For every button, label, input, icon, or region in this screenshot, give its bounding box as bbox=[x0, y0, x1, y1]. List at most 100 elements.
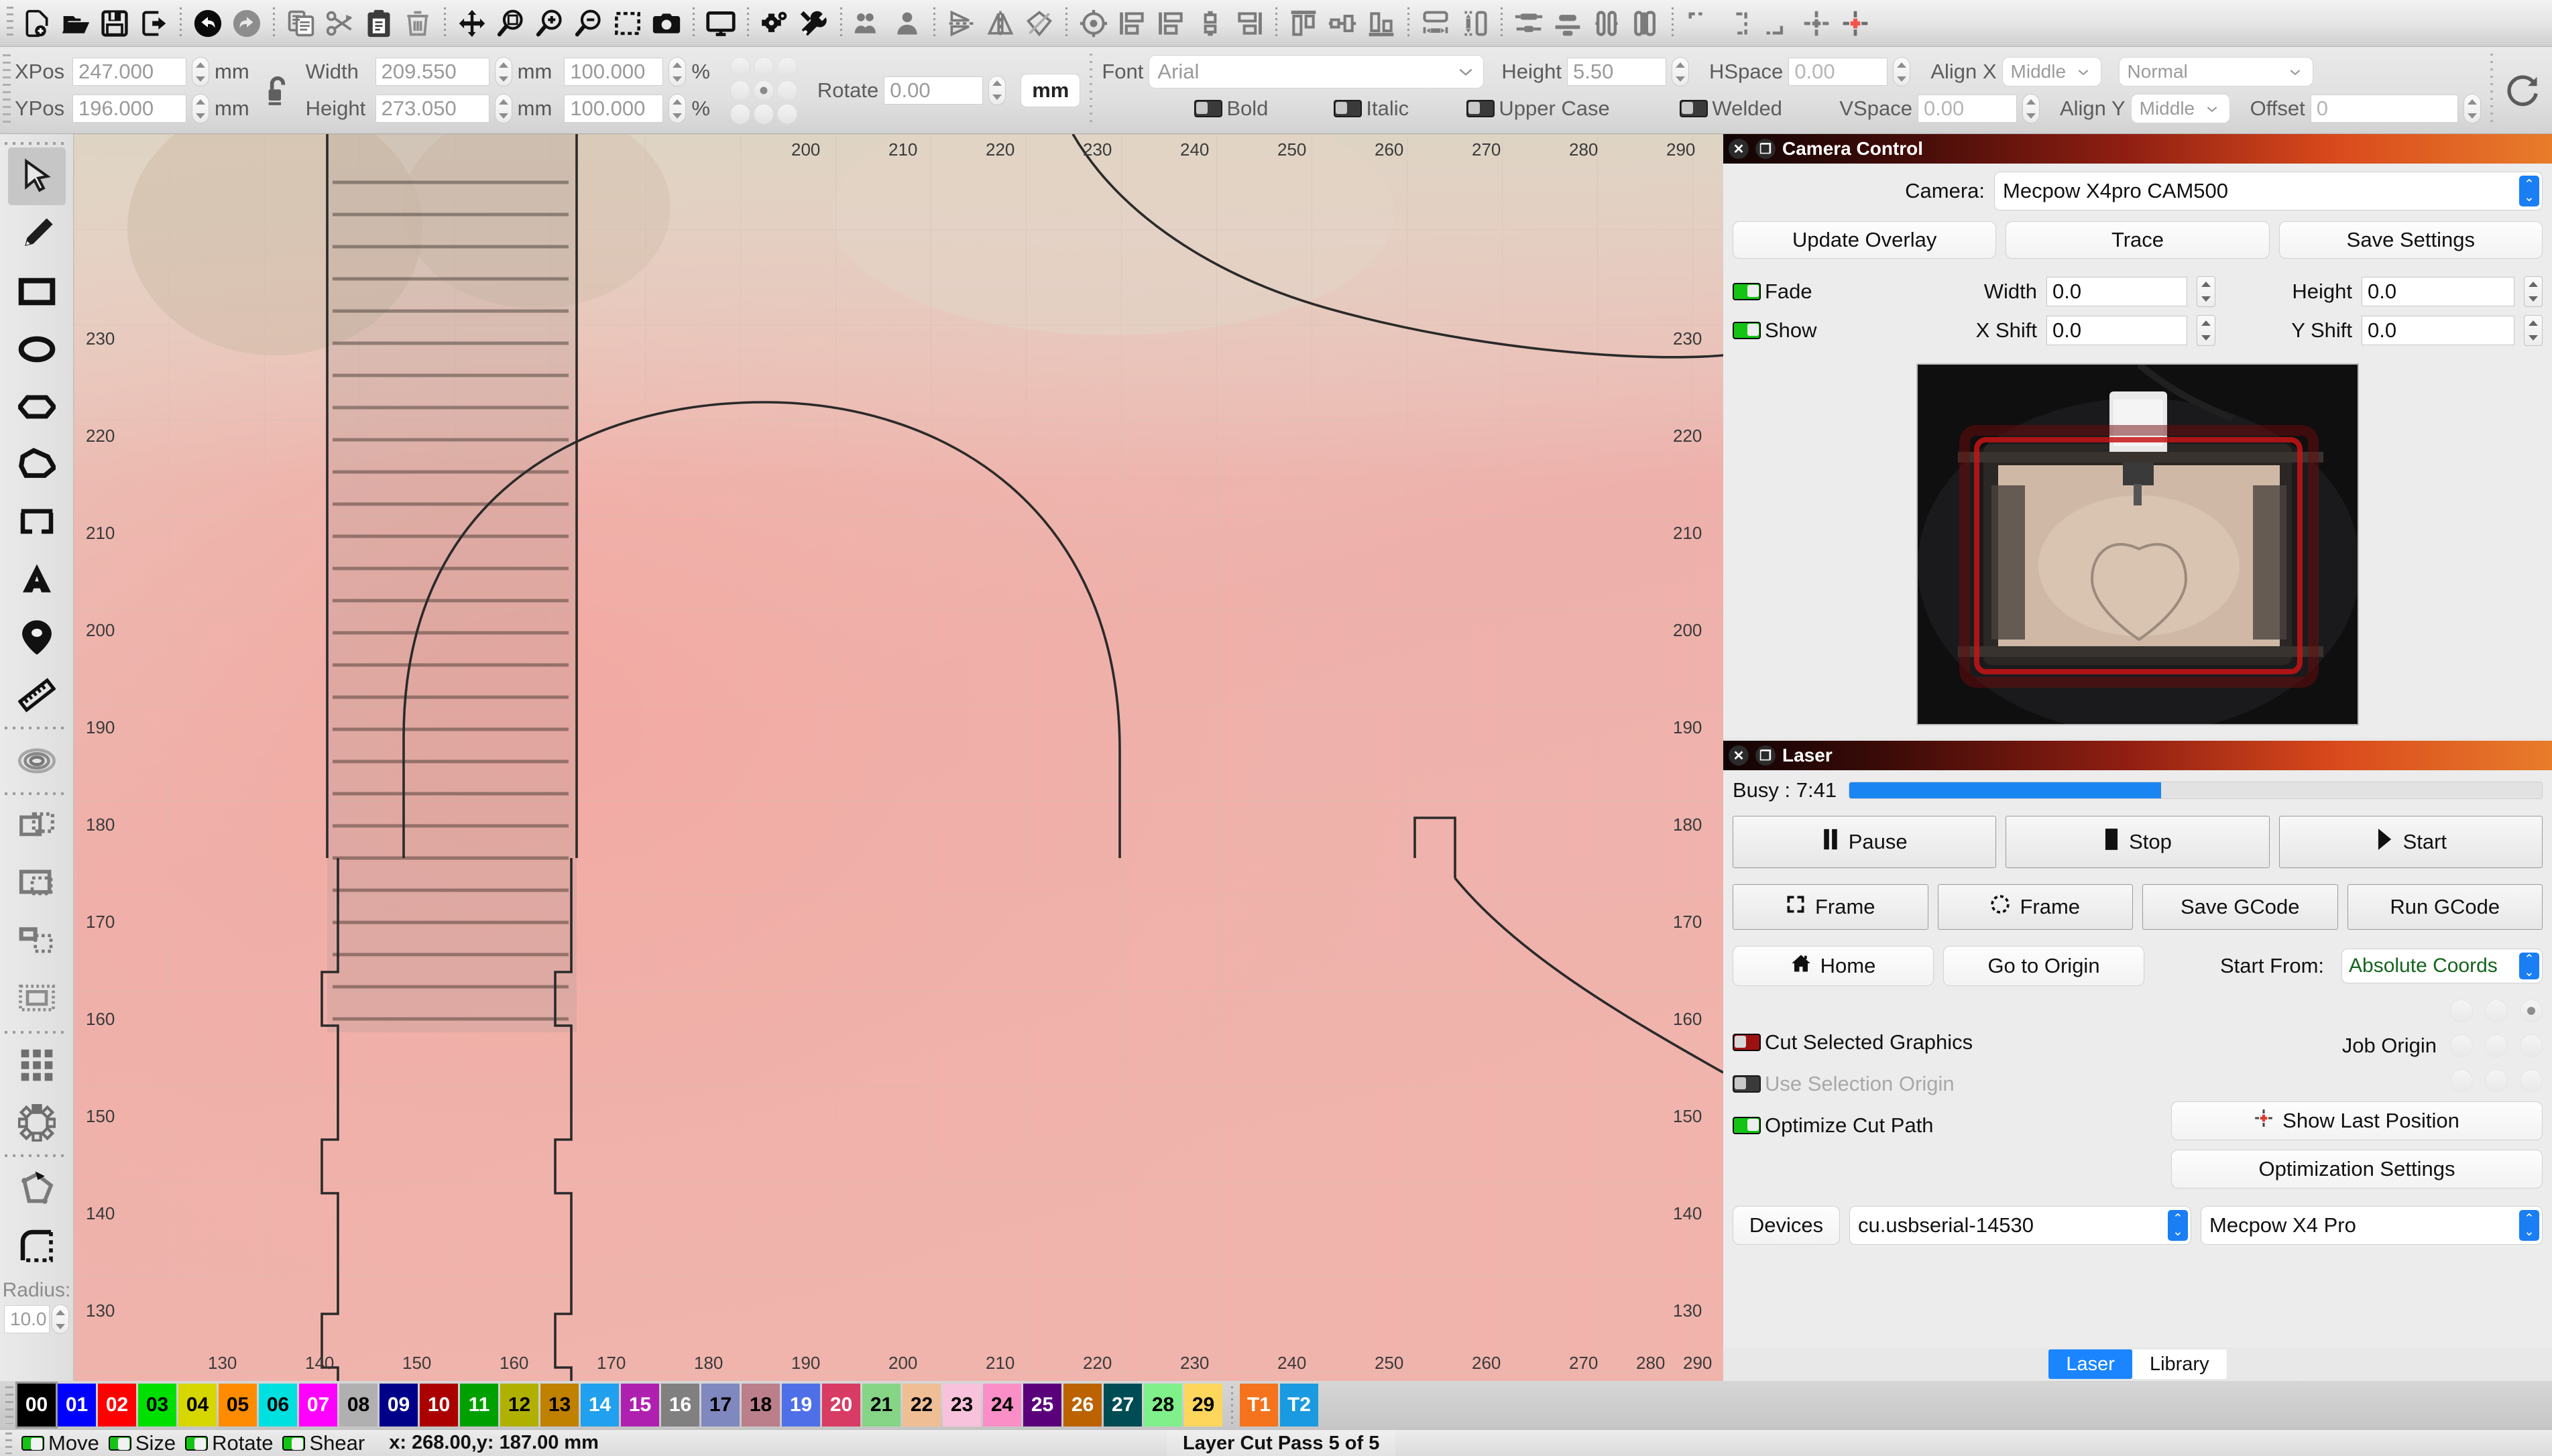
alignx-select[interactable]: Middle bbox=[2002, 57, 2101, 86]
radius-input[interactable]: 10.0 bbox=[4, 1305, 50, 1333]
units-button[interactable]: mm bbox=[1021, 73, 1081, 107]
save-icon[interactable] bbox=[95, 4, 134, 43]
make-same-height-icon[interactable] bbox=[1455, 4, 1494, 43]
ungroup-icon[interactable] bbox=[888, 4, 927, 43]
optimization-settings-button[interactable]: Optimization Settings bbox=[2171, 1150, 2543, 1189]
toggle-switch[interactable] bbox=[21, 1435, 44, 1451]
polygon-tool[interactable] bbox=[8, 378, 66, 436]
select-arrow-tool[interactable] bbox=[7, 147, 66, 205]
height-scale-stepper[interactable] bbox=[669, 94, 687, 123]
chevron-down-icon[interactable] bbox=[2280, 58, 2310, 86]
palette-swatch-19[interactable]: 19 bbox=[782, 1384, 820, 1427]
anchor-top-center[interactable] bbox=[753, 56, 774, 77]
node-edit-tool[interactable] bbox=[8, 1160, 66, 1217]
close-icon[interactable]: ✕ bbox=[1729, 745, 1749, 766]
chevron-down-icon[interactable] bbox=[1451, 58, 1481, 86]
anchor-top-right[interactable] bbox=[776, 56, 797, 77]
width-input[interactable]: 209.550 bbox=[375, 58, 489, 86]
anchor-bottom-left[interactable] bbox=[730, 103, 750, 124]
palette-swatch-04[interactable]: 04 bbox=[178, 1384, 217, 1427]
toggle-switch[interactable] bbox=[1466, 100, 1495, 117]
float-window-icon[interactable]: ❐ bbox=[1755, 745, 1776, 766]
bracket-tool[interactable] bbox=[8, 493, 66, 551]
offset-stepper[interactable] bbox=[2463, 94, 2481, 123]
palette-swatch-29[interactable]: 29 bbox=[1184, 1384, 1222, 1427]
ellipse-tool[interactable] bbox=[8, 320, 66, 378]
show-last-position-button[interactable]: Show Last Position bbox=[2171, 1101, 2543, 1140]
device-port-stepper[interactable]: ⌃ ⌄ bbox=[2168, 1210, 2188, 1241]
rotate-shape-icon[interactable] bbox=[1020, 4, 1059, 43]
corner-tl-icon[interactable] bbox=[1680, 4, 1719, 43]
corner-bl-icon[interactable] bbox=[1758, 4, 1797, 43]
uppercase-toggle[interactable]: Upper Case bbox=[1466, 97, 1674, 121]
move-toggle[interactable]: Move bbox=[21, 1431, 99, 1455]
xpos-input[interactable]: 247.000 bbox=[72, 58, 186, 86]
zoom-out-icon[interactable] bbox=[569, 4, 608, 43]
offset-shapes-tool[interactable] bbox=[8, 732, 66, 790]
yshift-stepper[interactable] bbox=[2524, 315, 2543, 346]
design-canvas[interactable]: 200 210 220 230 240 250 260 270 280 290 … bbox=[74, 134, 1723, 1381]
frame-round-button[interactable]: Frame bbox=[1937, 884, 2133, 930]
fade-toggle[interactable]: Fade bbox=[1733, 280, 1961, 304]
pin-tool[interactable] bbox=[8, 609, 66, 666]
job-origin-top-right[interactable] bbox=[2520, 999, 2543, 1022]
home-button[interactable]: Home bbox=[1733, 946, 1934, 986]
properties-bar-grip[interactable] bbox=[3, 54, 11, 127]
font-select[interactable]: Arial bbox=[1149, 55, 1485, 88]
aligny-select[interactable]: Middle bbox=[2130, 94, 2230, 123]
height-stepper[interactable] bbox=[494, 94, 512, 123]
import-icon[interactable] bbox=[134, 4, 173, 43]
pan-move-icon[interactable] bbox=[453, 4, 491, 43]
chevron-down-icon[interactable] bbox=[2068, 58, 2098, 86]
align-top-center-icon[interactable] bbox=[1191, 4, 1230, 43]
palette-swatch-20[interactable]: 20 bbox=[822, 1384, 860, 1427]
hspace-input[interactable]: 0.00 bbox=[1788, 58, 1888, 86]
font-style-select[interactable]: Normal bbox=[2118, 57, 2313, 86]
vspace-input[interactable]: 0.00 bbox=[1917, 95, 2017, 123]
palette-swatch-25[interactable]: 25 bbox=[1023, 1384, 1061, 1427]
xshift-stepper[interactable] bbox=[2197, 315, 2215, 346]
toggle-switch[interactable] bbox=[108, 1435, 131, 1451]
boolean-union-tool[interactable] bbox=[8, 798, 66, 855]
toggle-switch[interactable] bbox=[1733, 1075, 1761, 1093]
palette-swatch-07[interactable]: 07 bbox=[299, 1384, 337, 1427]
height-input[interactable]: 273.050 bbox=[375, 95, 489, 123]
space-v-icon[interactable] bbox=[1626, 4, 1665, 43]
ruler-measure-tool[interactable] bbox=[8, 666, 66, 724]
palette-swatch-23[interactable]: 23 bbox=[943, 1384, 981, 1427]
palette-swatch-27[interactable]: 27 bbox=[1104, 1384, 1142, 1427]
cut-selected-graphics-toggle[interactable]: Cut Selected Graphics bbox=[1733, 1030, 2162, 1054]
align-center-h-icon[interactable] bbox=[1152, 4, 1191, 43]
palette-swatch-11[interactable]: 11 bbox=[460, 1384, 498, 1427]
start-from-select[interactable]: Absolute Coords ⌃ ⌄ bbox=[2341, 949, 2543, 983]
toggle-switch[interactable] bbox=[185, 1435, 209, 1451]
lock-aspect-ratio-icon[interactable] bbox=[264, 73, 291, 108]
corner-br-icon[interactable] bbox=[1719, 4, 1758, 43]
palette-swatch-00[interactable]: 00 bbox=[15, 1382, 58, 1429]
start-from-stepper[interactable]: ⌃ ⌄ bbox=[2519, 953, 2539, 979]
camera-height-input[interactable]: 0.0 bbox=[2362, 277, 2514, 306]
palette-swatch-T2[interactable]: T2 bbox=[1280, 1384, 1318, 1427]
welded-toggle[interactable]: Welded bbox=[1680, 97, 1834, 121]
job-origin-top-left[interactable] bbox=[2450, 999, 2473, 1022]
palette-swatch-18[interactable]: 18 bbox=[742, 1384, 780, 1427]
toggle-switch[interactable] bbox=[1733, 1034, 1761, 1051]
fillet-radius-tool[interactable] bbox=[8, 1217, 66, 1275]
palette-swatch-13[interactable]: 13 bbox=[540, 1384, 579, 1427]
show-toggle[interactable]: Show bbox=[1733, 318, 1961, 343]
palette-swatch-02[interactable]: 02 bbox=[98, 1384, 136, 1427]
camera-height-stepper[interactable] bbox=[2524, 276, 2543, 307]
group-icon[interactable] bbox=[849, 4, 888, 43]
device-name-stepper[interactable]: ⌃ ⌄ bbox=[2519, 1210, 2539, 1241]
frame-square-button[interactable]: Frame bbox=[1733, 884, 1928, 930]
ypos-input[interactable]: 196.000 bbox=[72, 95, 186, 123]
trace-button[interactable]: Trace bbox=[2006, 221, 2270, 259]
yshift-input[interactable]: 0.0 bbox=[2362, 316, 2514, 345]
update-overlay-button[interactable]: Update Overlay bbox=[1733, 221, 1997, 259]
tab-library[interactable]: Library bbox=[2132, 1349, 2227, 1379]
zoom-to-selection-icon[interactable] bbox=[608, 4, 647, 43]
run-gcode-button[interactable]: Run GCode bbox=[2347, 884, 2543, 930]
paste-icon[interactable] bbox=[359, 4, 398, 43]
italic-toggle[interactable]: Italic bbox=[1334, 97, 1461, 121]
camera-select-stepper[interactable]: ⌃ ⌄ bbox=[2519, 176, 2539, 206]
